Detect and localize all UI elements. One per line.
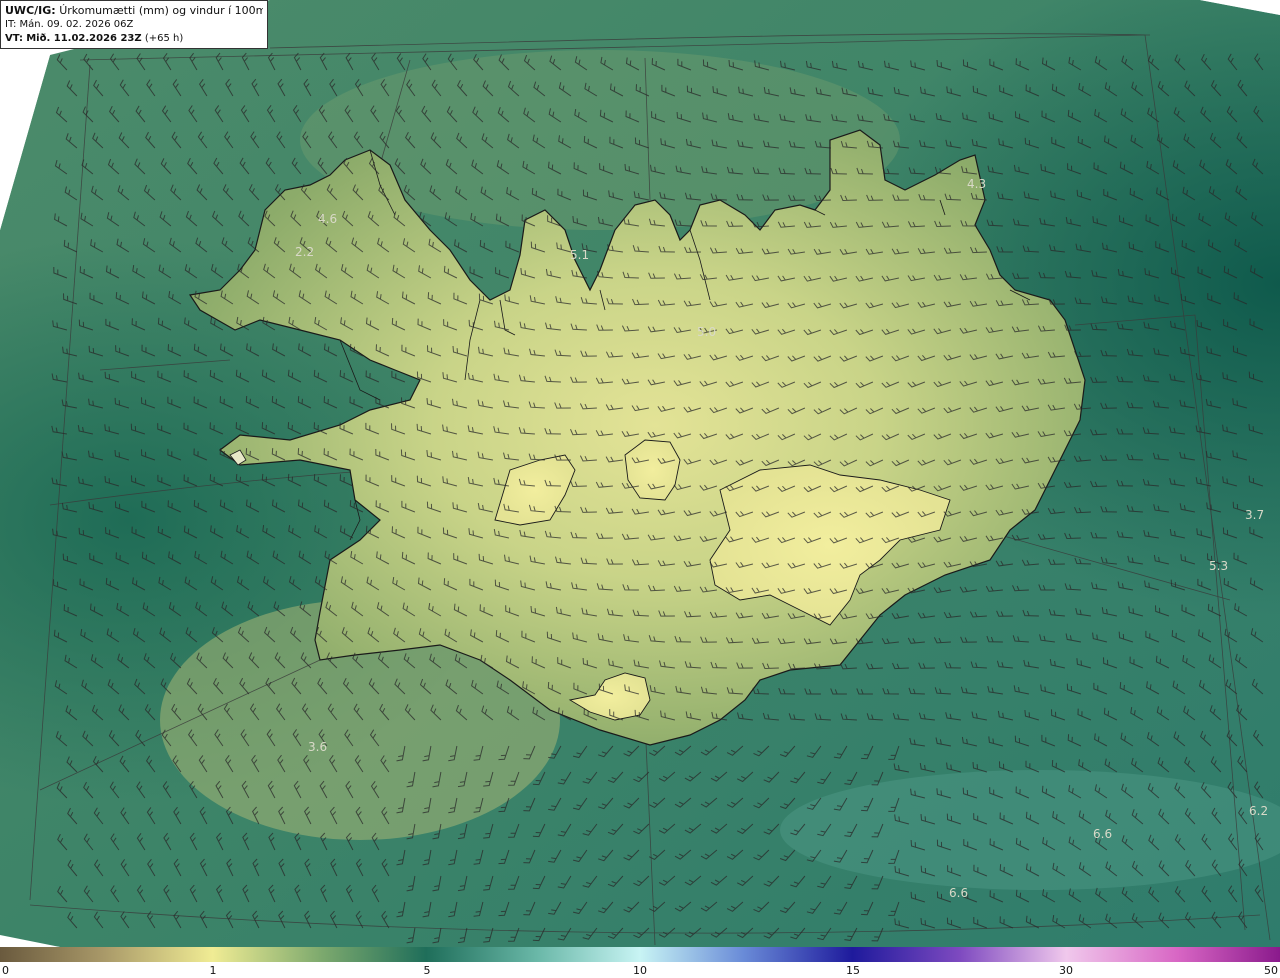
weather-map-page: 4.3 4.6 2.2 5.1 5.0 3.7 5.3 3.6 6.2 6.6 … xyxy=(0,0,1280,978)
value-label: 6.6 xyxy=(1093,827,1112,841)
value-label: 3.7 xyxy=(1245,508,1264,522)
precipitable-water-map: 4.3 4.6 2.2 5.1 5.0 3.7 5.3 3.6 6.2 6.6 … xyxy=(0,0,1280,947)
colorbar-tick: 15 xyxy=(846,964,860,977)
value-label: 5.3 xyxy=(1209,559,1228,573)
value-label: 4.6 xyxy=(318,212,337,226)
colorbar-tick: 5 xyxy=(423,964,431,977)
colorbar-tick: 1 xyxy=(209,964,217,977)
value-label: 5.1 xyxy=(570,248,589,262)
valid-time-label: VT: xyxy=(5,33,24,44)
valid-time-offset: (+65 h) xyxy=(144,33,184,44)
colorbar: 0 1 5 10 15 30 50 xyxy=(0,947,1280,978)
colorbar-tick: 30 xyxy=(1059,964,1073,977)
colorbar-tick: 50 xyxy=(1264,964,1278,977)
product-label: UWC/IG: xyxy=(5,4,56,17)
colorbar-tick: 0 xyxy=(2,964,9,977)
initial-time: IT: Mán. 09. 02. 2026 06Z xyxy=(5,19,134,30)
value-label: 6.2 xyxy=(1249,804,1268,818)
value-label: 4.3 xyxy=(967,177,986,191)
value-label: 5.0 xyxy=(697,325,716,339)
product-title-row: UWC/IG: Úrkomumætti (mm) og vindur í 100… xyxy=(5,4,263,18)
run-info-box: UWC/IG: Úrkomumætti (mm) og vindur í 100… xyxy=(0,0,268,49)
value-label: 6.6 xyxy=(949,886,968,900)
value-label: 3.6 xyxy=(308,740,327,754)
product-title: Úrkomumætti (mm) og vindur í 100m hæð xyxy=(59,4,263,17)
colorbar-tick: 10 xyxy=(633,964,647,977)
colorbar-gradient xyxy=(0,947,1280,962)
value-label: 2.2 xyxy=(295,245,314,259)
valid-time-row: VT: Mið. 11.02.2026 23Z (+65 h) xyxy=(5,32,263,46)
valid-time-value: Mið. 11.02.2026 23Z xyxy=(26,33,142,44)
